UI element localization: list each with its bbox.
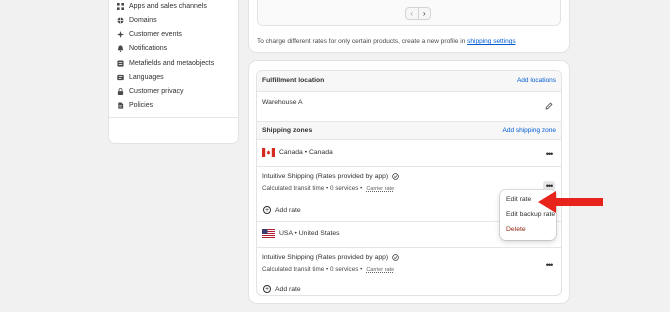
rate-name: Intuitive Shipping (Rates provided by ap… bbox=[262, 173, 389, 180]
plus-circle-icon: + bbox=[263, 285, 271, 293]
info-text: To charge different rates for only certa… bbox=[257, 38, 466, 45]
fulfillment-box: Fulfillment location Add locations Wareh… bbox=[256, 70, 562, 296]
lock-icon bbox=[117, 87, 124, 95]
zone-label: USA • United States bbox=[262, 229, 340, 238]
add-rate-label: Add rate bbox=[275, 206, 301, 214]
prev-page-button[interactable]: ‹ bbox=[406, 8, 418, 19]
rate-detail: Calculated transit time • 0 services • C… bbox=[262, 185, 394, 192]
settings-sidebar: Apps and sales channels Domains Customer… bbox=[109, 0, 238, 143]
rate-title: Intuitive Shipping (Rates provided by ap… bbox=[262, 173, 399, 180]
products-card: ‹ › To charge different rates for only c… bbox=[249, 0, 569, 52]
sidebar-item-notifications[interactable]: Notifications bbox=[117, 42, 167, 54]
sidebar-item-label: Policies bbox=[129, 101, 154, 109]
sidebar-item-metafields[interactable]: Metafields and metaobjects bbox=[117, 57, 214, 69]
add-shipping-zone-link[interactable]: Add shipping zone bbox=[503, 127, 557, 134]
rate-more-actions-button[interactable]: ••• bbox=[543, 260, 555, 270]
zone-row-canada: Canada • Canada ••• bbox=[257, 139, 561, 166]
zone-name: USA • United States bbox=[279, 230, 340, 237]
shipping-settings-link[interactable]: shipping settings bbox=[467, 38, 515, 45]
plus-circle-icon: + bbox=[263, 206, 271, 214]
document-icon bbox=[118, 101, 124, 109]
sidebar-item-label: Languages bbox=[129, 73, 164, 81]
sidebar-item-customer-events[interactable]: Customer events bbox=[117, 28, 182, 40]
add-locations-link[interactable]: Add locations bbox=[517, 77, 556, 84]
add-rate-label: Add rate bbox=[275, 285, 301, 293]
verified-check-icon bbox=[392, 254, 399, 261]
fulfillment-location-title: Fulfillment location bbox=[262, 77, 325, 84]
products-list: ‹ › bbox=[257, 0, 561, 26]
sidebar-item-languages[interactable]: Languages bbox=[117, 71, 164, 83]
sidebar-divider bbox=[109, 117, 238, 118]
sidebar-item-apps-and-sales-channels[interactable]: Apps and sales channels bbox=[117, 0, 207, 12]
zone-more-actions-button[interactable]: ••• bbox=[543, 149, 555, 159]
annotation-arrow-icon bbox=[538, 191, 603, 213]
pagination: ‹ › bbox=[405, 7, 431, 20]
rate-detail-text: Calculated transit time • 0 services • bbox=[262, 266, 363, 273]
apps-icon bbox=[117, 2, 124, 10]
usa-flag-icon bbox=[262, 229, 275, 238]
rate-detail-text: Calculated transit time • 0 services • bbox=[262, 185, 363, 192]
rate-title: Intuitive Shipping (Rates provided by ap… bbox=[262, 254, 399, 261]
sidebar-item-label: Apps and sales channels bbox=[129, 2, 207, 10]
shipping-card: Fulfillment location Add locations Wareh… bbox=[249, 61, 569, 303]
edit-rate-menu-item[interactable]: Edit rate bbox=[506, 196, 531, 203]
customer-events-icon bbox=[117, 30, 124, 38]
delete-menu-item[interactable]: Delete bbox=[506, 226, 526, 233]
carrier-rate-badge: Carrier rate bbox=[366, 266, 395, 273]
shipping-zones-title: Shipping zones bbox=[262, 127, 313, 134]
carrier-rate-badge: Carrier rate bbox=[366, 185, 395, 192]
add-rate-row-usa: + Add rate bbox=[257, 279, 561, 295]
bell-icon bbox=[117, 44, 124, 52]
profile-info-text: To charge different rates for only certa… bbox=[257, 38, 516, 45]
sidebar-item-label: Customer privacy bbox=[129, 87, 184, 95]
edit-pencil-icon[interactable] bbox=[545, 102, 553, 110]
zone-name: Canada • Canada bbox=[279, 149, 333, 156]
sidebar-item-policies[interactable]: Policies bbox=[117, 99, 153, 111]
location-row: Warehouse A bbox=[257, 91, 561, 121]
rate-name: Intuitive Shipping (Rates provided by ap… bbox=[262, 254, 389, 261]
sidebar-item-label: Domains bbox=[129, 16, 157, 24]
canada-flag-icon bbox=[262, 148, 275, 157]
verified-check-icon bbox=[392, 173, 399, 180]
sidebar-item-customer-privacy[interactable]: Customer privacy bbox=[117, 85, 183, 97]
shipping-zones-header: Shipping zones Add shipping zone bbox=[257, 121, 561, 139]
add-rate-button[interactable]: + Add rate bbox=[263, 206, 301, 214]
metafields-icon bbox=[117, 59, 124, 67]
languages-icon bbox=[117, 74, 124, 80]
rate-detail: Calculated transit time • 0 services • C… bbox=[262, 266, 394, 273]
zone-label: Canada • Canada bbox=[262, 148, 333, 157]
sidebar-item-domains[interactable]: Domains bbox=[117, 14, 157, 26]
add-rate-button[interactable]: + Add rate bbox=[263, 285, 301, 293]
next-page-button[interactable]: › bbox=[417, 8, 431, 19]
globe-icon bbox=[117, 16, 124, 24]
fulfillment-header: Fulfillment location Add locations bbox=[257, 71, 561, 91]
sidebar-item-label: Notifications bbox=[129, 44, 168, 52]
location-name: Warehouse A bbox=[262, 99, 303, 106]
sidebar-item-label: Customer events bbox=[129, 30, 182, 38]
sidebar-item-label: Metafields and metaobjects bbox=[129, 59, 215, 67]
rate-row-usa: Intuitive Shipping (Rates provided by ap… bbox=[257, 247, 561, 279]
